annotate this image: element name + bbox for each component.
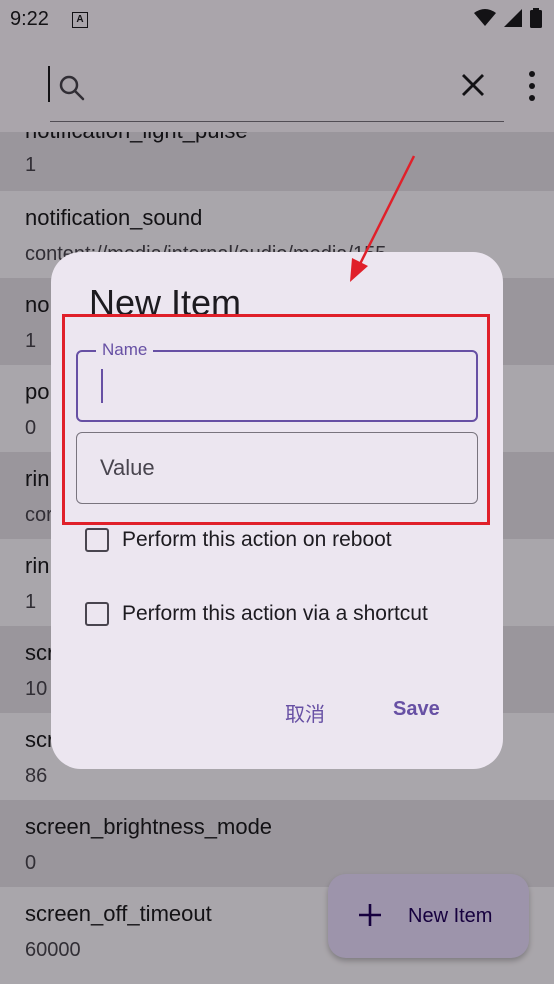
cancel-button[interactable]: 取消	[285, 698, 325, 727]
shortcut-checkbox[interactable]	[85, 602, 109, 626]
annotation-highlight-box	[62, 314, 490, 525]
shortcut-option[interactable]: Perform this action via a shortcut	[85, 602, 428, 626]
reboot-checkbox[interactable]	[85, 528, 109, 552]
save-button[interactable]: Save	[393, 698, 440, 721]
reboot-option[interactable]: Perform this action on reboot	[85, 528, 392, 552]
annotation-arrow-icon	[350, 155, 416, 282]
reboot-label: Perform this action on reboot	[122, 528, 392, 551]
shortcut-label: Perform this action via a shortcut	[122, 602, 428, 625]
